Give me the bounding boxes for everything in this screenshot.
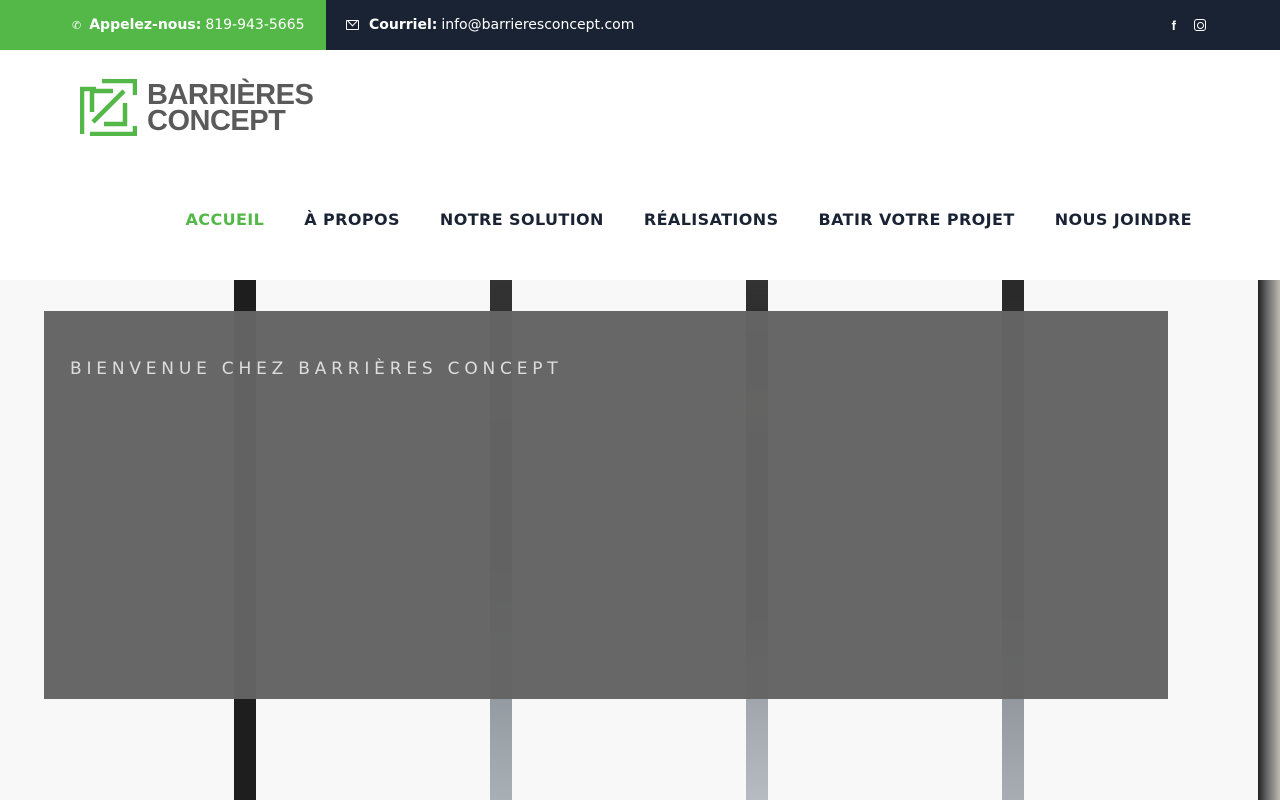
logo[interactable]: BARRIÈRES CONCEPT	[80, 78, 314, 137]
instagram-icon[interactable]	[1194, 19, 1206, 31]
hero-image-strip	[1258, 280, 1280, 800]
logo-line-2: CONCEPT	[147, 104, 286, 137]
phone-number[interactable]: 819-943-5665	[205, 17, 304, 33]
nav-item-batir-votre-projet[interactable]: BATIR VOTRE PROJET	[819, 210, 1015, 229]
nav-item-a-propos[interactable]: À PROPOS	[304, 210, 400, 229]
social-links: f	[1172, 0, 1206, 50]
nav-item-nous-joindre[interactable]: NOUS JOINDRE	[1055, 210, 1192, 229]
facebook-icon[interactable]: f	[1172, 18, 1176, 33]
hero-welcome-text: BIENVENUE CHEZ BARRIÈRES CONCEPT	[70, 359, 563, 379]
email-block[interactable]: Courriel: info@barrieresconcept.com	[346, 0, 634, 50]
site-header: BARRIÈRES CONCEPT ACCUEIL À PROPOS NOTRE…	[0, 50, 1280, 280]
main-nav: ACCUEIL À PROPOS NOTRE SOLUTION RÉALISAT…	[186, 210, 1192, 229]
phone-icon: ✆	[72, 18, 82, 32]
hero-overlay: BIENVENUE CHEZ BARRIÈRES CONCEPT	[44, 311, 1168, 699]
envelope-icon	[346, 20, 359, 30]
phone-label: Appelez-nous:	[89, 17, 202, 33]
nav-item-notre-solution[interactable]: NOTRE SOLUTION	[440, 210, 604, 229]
hero-section: BIENVENUE CHEZ BARRIÈRES CONCEPT	[0, 280, 1280, 800]
nav-item-accueil[interactable]: ACCUEIL	[186, 210, 265, 229]
email-label: Courriel:	[369, 17, 438, 33]
logo-line-1: BARRIÈRES	[147, 78, 314, 111]
top-bar: ✆ Appelez-nous: 819-943-5665 Courriel: i…	[0, 0, 1280, 50]
nav-item-realisations[interactable]: RÉALISATIONS	[644, 210, 779, 229]
email-link[interactable]: info@barrieresconcept.com	[441, 17, 634, 33]
logo-mark-icon	[80, 79, 137, 136]
logo-text: BARRIÈRES CONCEPT	[147, 78, 314, 137]
phone-block[interactable]: ✆ Appelez-nous: 819-943-5665	[0, 0, 326, 50]
